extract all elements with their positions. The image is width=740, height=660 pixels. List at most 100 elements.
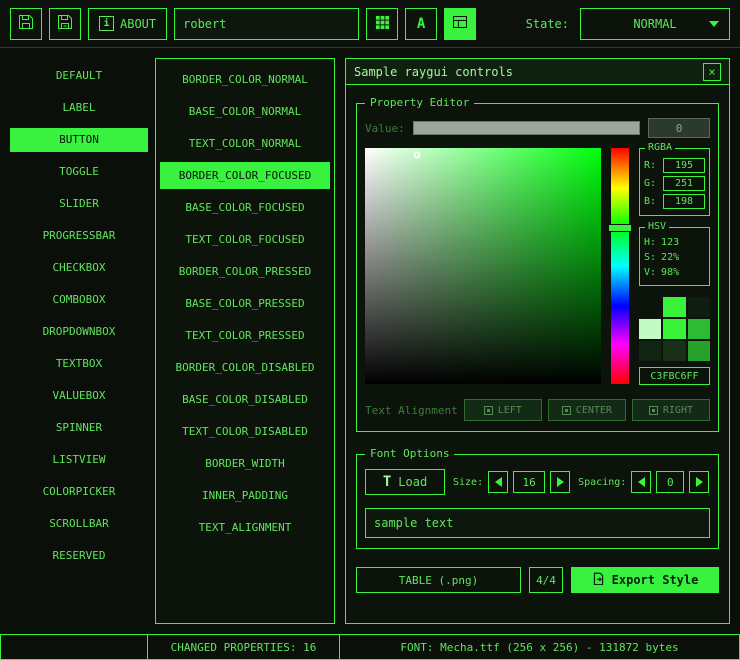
load-font-button[interactable]: T Load [365, 469, 445, 495]
properties-list: BORDER_COLOR_NORMAL BASE_COLOR_NORMAL TE… [155, 58, 335, 624]
spacing-value[interactable]: 0 [656, 471, 684, 493]
hue-slider[interactable] [611, 148, 629, 384]
export-row: TABLE (.png) 4/4 Export Style [356, 567, 719, 593]
color-picker-panel[interactable] [365, 148, 601, 384]
property-item[interactable]: TEXT_COLOR_FOCUSED [160, 226, 330, 253]
property-item[interactable]: TEXT_COLOR_PRESSED [160, 322, 330, 349]
style-color-swatch[interactable] [663, 297, 685, 317]
style-color-swatch[interactable] [639, 341, 661, 361]
statusbar: CHANGED PROPERTIES: 16 FONT: Mecha.ttf (… [0, 634, 740, 660]
rgba-label: RGBA [645, 142, 675, 153]
blue-row: B: 198 [644, 194, 705, 209]
controls-item-label[interactable]: LABEL [10, 96, 148, 120]
hue-label: H: [644, 237, 656, 248]
property-item[interactable]: BASE_COLOR_PRESSED [160, 290, 330, 317]
controls-item-slider[interactable]: SLIDER [10, 192, 148, 216]
align-center-icon [562, 406, 571, 415]
toolbar: i ABOUT A State: NORMAL [0, 0, 740, 48]
window-title: Sample raygui controls [354, 65, 513, 79]
state-dropdown[interactable]: NORMAL [580, 8, 730, 40]
property-item[interactable]: BORDER_WIDTH [160, 450, 330, 477]
style-color-swatch[interactable] [688, 341, 710, 361]
controls-item-progressbar[interactable]: PROGRESSBAR [10, 224, 148, 248]
controls-item-colorpicker[interactable]: COLORPICKER [10, 480, 148, 504]
controls-item-dropdownbox[interactable]: DROPDOWNBOX [10, 320, 148, 344]
size-label: Size: [453, 477, 483, 488]
hex-color-value[interactable]: C3FBC6FF [639, 367, 710, 385]
style-name-input[interactable] [174, 8, 359, 40]
size-increase-button[interactable] [550, 471, 570, 493]
controls-item-valuebox[interactable]: VALUEBOX [10, 384, 148, 408]
style-color-swatch[interactable] [639, 319, 661, 339]
controls-item-reserved[interactable]: RESERVED [10, 544, 148, 568]
value-button[interactable]: 0 [648, 118, 710, 138]
controls-item-toggle[interactable]: TOGGLE [10, 160, 148, 184]
saturation-label: S: [644, 252, 656, 263]
rgba-group: RGBA R: 195 G: 251 B: 198 [639, 148, 710, 216]
property-item[interactable]: BORDER_COLOR_PRESSED [160, 258, 330, 285]
style-color-swatch[interactable] [688, 319, 710, 339]
save-style-button[interactable] [49, 8, 81, 40]
font-row: T Load Size: 16 Spacing: 0 [365, 469, 710, 495]
property-item[interactable]: TEXT_ALIGNMENT [160, 514, 330, 541]
property-item[interactable]: BORDER_COLOR_DISABLED [160, 354, 330, 381]
style-color-grid [639, 297, 710, 361]
hue-slider-handle[interactable] [608, 224, 632, 232]
property-item[interactable]: BASE_COLOR_DISABLED [160, 386, 330, 413]
property-item[interactable]: TEXT_COLOR_DISABLED [160, 418, 330, 445]
controls-list: DEFAULT LABEL BUTTON TOGGLE SLIDER PROGR… [10, 64, 148, 576]
about-button[interactable]: i ABOUT [88, 8, 167, 40]
floppy-save-icon [57, 14, 73, 33]
align-center-button[interactable]: CENTER [548, 399, 626, 421]
font-options-group: Font Options T Load Size: 16 Spacing: 0 [356, 454, 719, 549]
hsv-label: HSV [645, 221, 669, 232]
property-item[interactable]: BASE_COLOR_NORMAL [160, 98, 330, 125]
value-hsv-label: V: [644, 267, 656, 278]
align-left-icon [484, 406, 493, 415]
controls-item-scrollbar[interactable]: SCROLLBAR [10, 512, 148, 536]
sample-text-input[interactable] [365, 508, 710, 538]
blue-value: 198 [663, 194, 705, 209]
align-left-button[interactable]: LEFT [464, 399, 542, 421]
controls-item-button[interactable]: BUTTON [10, 128, 148, 152]
blue-label: B: [644, 196, 656, 207]
text-alignment-row: Text Alignment LEFT CENTER RIGHT [365, 399, 710, 421]
export-style-button[interactable]: Export Style [571, 567, 719, 593]
property-item-selected[interactable]: BORDER_COLOR_FOCUSED [160, 162, 330, 189]
controls-item-listview[interactable]: LISTVIEW [10, 448, 148, 472]
property-item[interactable]: BORDER_COLOR_NORMAL [160, 66, 330, 93]
spacing-decrease-button[interactable] [631, 471, 651, 493]
controls-item-default[interactable]: DEFAULT [10, 64, 148, 88]
export-file-icon [592, 572, 605, 588]
value-slider[interactable] [413, 121, 640, 135]
open-style-button[interactable] [10, 8, 42, 40]
close-icon[interactable]: × [703, 63, 721, 81]
controls-item-checkbox[interactable]: CHECKBOX [10, 256, 148, 280]
about-button-label: ABOUT [120, 17, 156, 31]
controls-item-textbox[interactable]: TEXTBOX [10, 352, 148, 376]
grid-view-button[interactable] [366, 8, 398, 40]
controls-item-spinner[interactable]: SPINNER [10, 416, 148, 440]
red-row: R: 195 [644, 158, 705, 173]
property-item[interactable]: INNER_PADDING [160, 482, 330, 509]
style-color-swatch[interactable] [663, 319, 685, 339]
color-picker-cursor-icon[interactable] [413, 152, 420, 159]
style-color-swatch[interactable] [688, 297, 710, 317]
style-color-swatch[interactable] [639, 297, 661, 317]
size-decrease-button[interactable] [488, 471, 508, 493]
controls-item-combobox[interactable]: COMBOBOX [10, 288, 148, 312]
align-right-button[interactable]: RIGHT [632, 399, 710, 421]
table-view-button[interactable] [444, 8, 476, 40]
pages-value[interactable]: 4/4 [529, 567, 563, 593]
export-format-button[interactable]: TABLE (.png) [356, 567, 521, 593]
size-value[interactable]: 16 [513, 471, 545, 493]
style-color-swatch[interactable] [663, 341, 685, 361]
red-value: 195 [663, 158, 705, 173]
color-picker-row: RGBA R: 195 G: 251 B: 198 [365, 148, 710, 385]
property-editor-label: Property Editor [365, 96, 474, 109]
property-item[interactable]: BASE_COLOR_FOCUSED [160, 194, 330, 221]
spacing-increase-button[interactable] [689, 471, 709, 493]
font-view-button[interactable]: A [405, 8, 437, 40]
saturation-value: 22% [661, 252, 679, 263]
property-item[interactable]: TEXT_COLOR_NORMAL [160, 130, 330, 157]
